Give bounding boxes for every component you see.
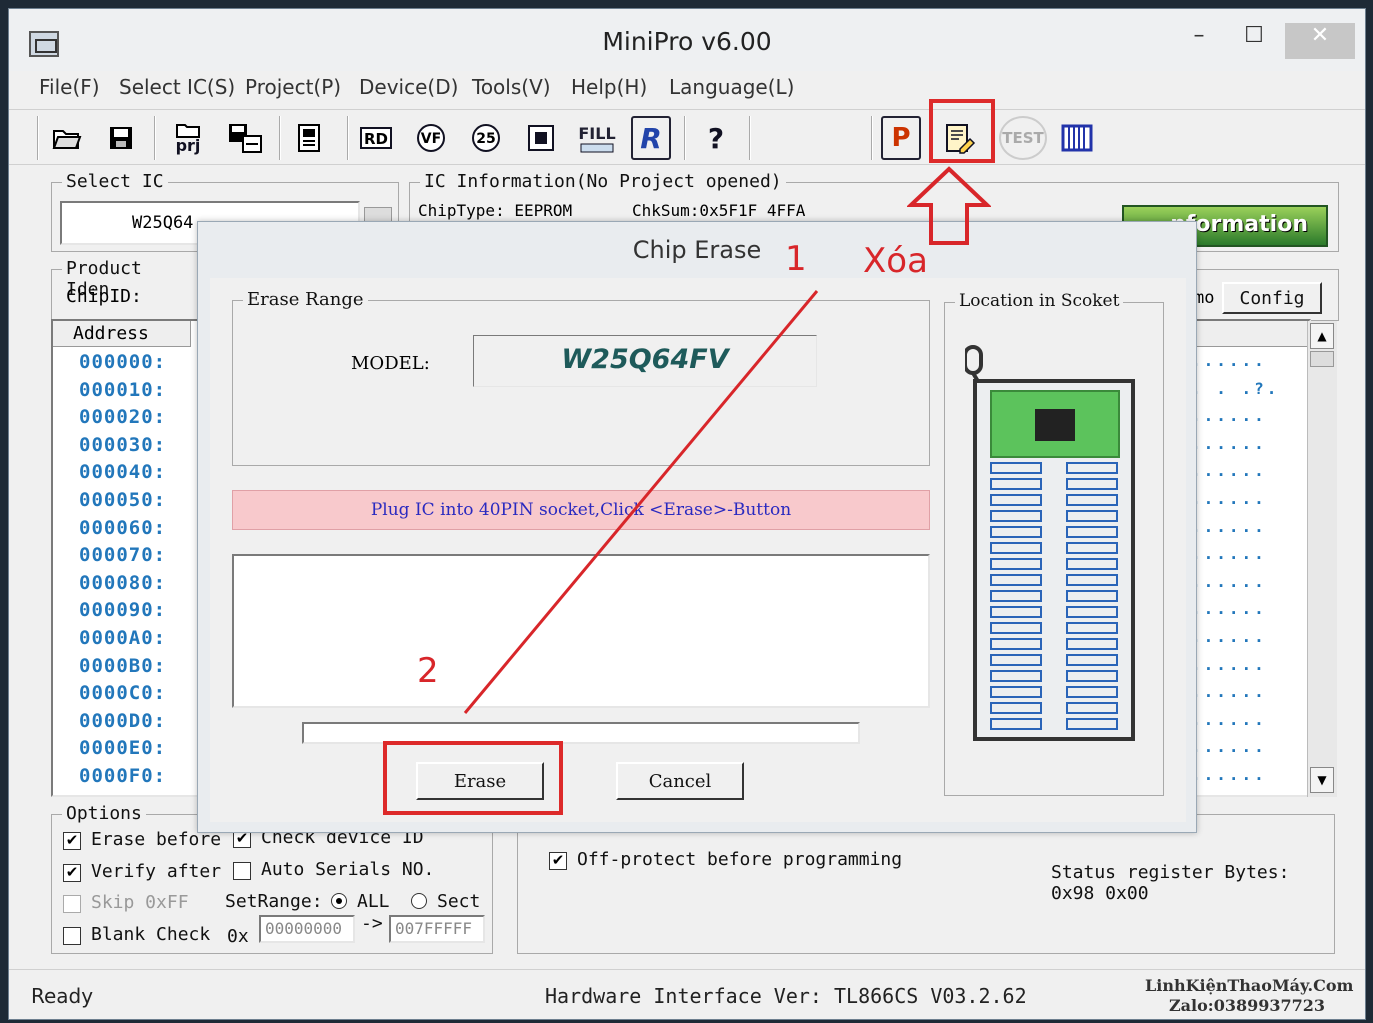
main-window: MiniPro v6.00 – ☐ ✕ File(F) Select IC(S)… xyxy=(8,8,1366,1020)
annotation-erase-button-highlight xyxy=(383,741,563,815)
annotation-line xyxy=(463,290,819,714)
